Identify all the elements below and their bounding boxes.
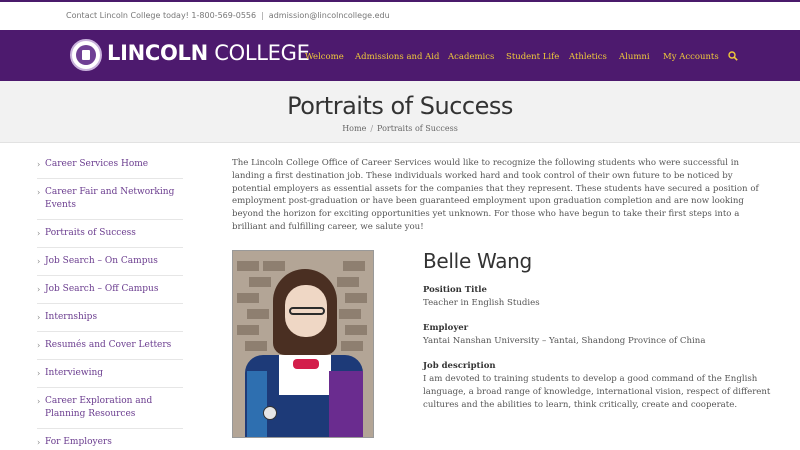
sidebar-item-internships[interactable]: › Internships bbox=[37, 304, 183, 332]
breadcrumb-current: Portraits of Success bbox=[377, 124, 458, 133]
sidebar-item-label: Job Search – On Campus bbox=[45, 256, 158, 266]
nav-item-academics[interactable]: Academics bbox=[448, 52, 494, 62]
chevron-right-icon: › bbox=[37, 341, 41, 350]
nav-item-student-life[interactable]: Student Life bbox=[506, 52, 559, 62]
nav-item-admissions-and-aid[interactable]: Admissions and Aid bbox=[355, 52, 439, 62]
student-portrait-photo bbox=[232, 250, 374, 438]
chevron-right-icon: › bbox=[37, 257, 41, 266]
job-description-value: I am devoted to training students to dev… bbox=[423, 374, 771, 410]
sidebar-item-label: Career Fair and Networking Events bbox=[45, 187, 175, 210]
chevron-right-icon: › bbox=[37, 369, 41, 378]
sidebar-item-label: Job Search – Off Campus bbox=[45, 284, 159, 294]
chevron-right-icon: › bbox=[37, 285, 41, 294]
sidebar-item-label: Career Services Home bbox=[45, 159, 149, 169]
chevron-right-icon: › bbox=[37, 397, 41, 406]
contact-info: Contact Lincoln College today! 1-800-569… bbox=[66, 11, 390, 20]
page-title-banner: Portraits of Success Home / Portraits of S… bbox=[0, 81, 800, 143]
intro-paragraph: The Lincoln College Office of Career Ser… bbox=[232, 158, 759, 232]
position-title-label: Position Title bbox=[423, 285, 487, 295]
sidebar-item-career-services-home[interactable]: › Career Services Home bbox=[37, 151, 183, 179]
sidebar-item-label: Portraits of Success bbox=[45, 228, 136, 238]
contact-separator: | bbox=[261, 11, 264, 20]
sidebar-item-label: Interviewing bbox=[45, 368, 104, 378]
sidebar-item-career-fair[interactable]: › Career Fair and Networking Events bbox=[37, 179, 183, 220]
sidebar-item-label: Internships bbox=[45, 312, 98, 322]
chevron-right-icon: › bbox=[37, 160, 41, 169]
nav-item-athletics[interactable]: Athletics bbox=[569, 52, 607, 62]
sidebar-item-label: For Employers bbox=[45, 437, 112, 447]
nav-item-my-accounts[interactable]: My Accounts bbox=[663, 52, 719, 62]
breadcrumb-separator: / bbox=[370, 124, 374, 133]
chevron-right-icon: › bbox=[37, 438, 41, 447]
sidebar-item-job-search-off-campus[interactable]: › Job Search – Off Campus bbox=[37, 276, 183, 304]
student-profile: Belle Wang Position Title Teacher in Eng… bbox=[423, 249, 783, 412]
chevron-right-icon: › bbox=[37, 229, 41, 238]
breadcrumb-home-link[interactable]: Home bbox=[342, 124, 366, 133]
nav-item-welcome[interactable]: Welcome bbox=[305, 52, 344, 62]
contact-phone-text: Contact Lincoln College today! 1-800-569… bbox=[66, 11, 257, 20]
college-seal-logo[interactable] bbox=[70, 39, 102, 71]
sidebar-item-resumes-cover-letters[interactable]: › Resumés and Cover Letters bbox=[37, 332, 183, 360]
sidebar-item-label: Resumés and Cover Letters bbox=[45, 340, 172, 350]
sidebar-item-career-exploration[interactable]: › Career Exploration and Planning Resourc… bbox=[37, 388, 183, 429]
top-contact-bar: Contact Lincoln College today! 1-800-569… bbox=[0, 0, 800, 30]
main-navbar: LINCOLN COLLEGE Welcome Admissions and A… bbox=[0, 30, 800, 81]
brand-name-bold: LINCOLN bbox=[107, 41, 208, 65]
contact-email-link[interactable]: admission@lincolncollege.edu bbox=[269, 11, 390, 20]
nav-item-alumni[interactable]: Alumni bbox=[619, 52, 650, 62]
job-description-label: Job description bbox=[423, 361, 496, 371]
position-title-value: Teacher in English Studies bbox=[423, 298, 540, 308]
sidebar-item-interviewing[interactable]: › Interviewing bbox=[37, 360, 183, 388]
chevron-right-icon: › bbox=[37, 313, 41, 322]
sidebar-item-job-search-on-campus[interactable]: › Job Search – On Campus bbox=[37, 248, 183, 276]
sidebar-item-for-employers[interactable]: › For Employers bbox=[37, 429, 183, 450]
employer-label: Employer bbox=[423, 323, 469, 333]
employer-value: Yantai Nanshan University – Yantai, Shan… bbox=[423, 336, 706, 346]
page-title: Portraits of Success bbox=[287, 92, 513, 120]
sidebar-item-portraits-of-success[interactable]: › Portraits of Success bbox=[37, 220, 183, 248]
search-icon[interactable] bbox=[728, 51, 738, 61]
sidebar-item-label: Career Exploration and Planning Resource… bbox=[45, 396, 153, 419]
sidebar-nav: › Career Services Home › Career Fair and N… bbox=[37, 151, 183, 450]
chevron-right-icon: › bbox=[37, 188, 41, 197]
breadcrumb: Home / Portraits of Success bbox=[0, 124, 800, 133]
college-wordmark[interactable]: LINCOLN COLLEGE bbox=[107, 41, 310, 65]
student-name: Belle Wang bbox=[423, 249, 532, 273]
brand-name-light: COLLEGE bbox=[207, 41, 310, 65]
